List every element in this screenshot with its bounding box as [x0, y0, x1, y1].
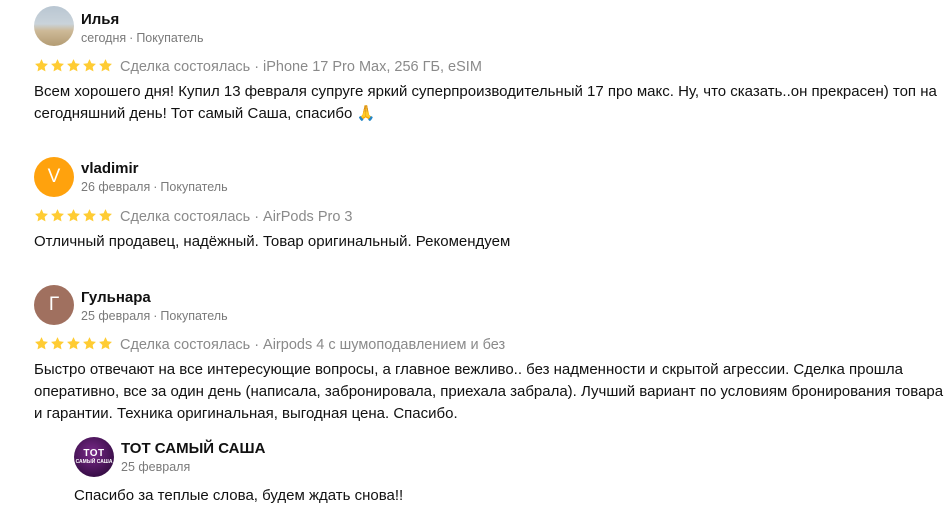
review-date: 26 февраля: [81, 180, 151, 194]
meta-separator: ·: [254, 337, 260, 353]
seller-logo[interactable]: ТОТ САМЫЙ САША: [74, 437, 114, 477]
star-icon: [34, 58, 49, 73]
seller-logo-text: ТОТ: [83, 448, 105, 459]
review-meta: сегодня · Покупатель: [81, 31, 203, 45]
reviewer-role: Покупатель: [136, 31, 204, 45]
review-meta: 26 февраля · Покупатель: [81, 180, 228, 194]
review-meta: 25 февраля · Покупатель: [81, 309, 228, 323]
avatar[interactable]: [34, 6, 74, 46]
reviewer-name[interactable]: vladimir: [81, 160, 139, 177]
avatar[interactable]: Г: [34, 285, 74, 325]
star-icon: [50, 336, 65, 351]
star-icon: [82, 58, 97, 73]
meta-separator: ·: [254, 209, 260, 225]
review-text: Отличный продавец, надёжный. Товар ориги…: [34, 233, 511, 250]
rating-line: Сделка состоялась · AirPods Pro 3: [34, 208, 353, 227]
meta-separator: ·: [153, 180, 158, 194]
star-icon: [98, 208, 113, 223]
star-icon: [66, 208, 81, 223]
star-icon: [50, 58, 65, 73]
star-rating: [34, 336, 114, 355]
star-icon: [50, 208, 65, 223]
reviewer-name[interactable]: Гульнара: [81, 289, 151, 306]
reviewer-role: Покупатель: [160, 180, 228, 194]
reply-text: Спасибо за теплые слова, будем ждать сно…: [74, 487, 404, 504]
rating-line: Сделка состоялась · iPhone 17 Pro Max, 256…: [34, 58, 482, 77]
star-icon: [66, 336, 81, 351]
star-icon: [82, 336, 97, 351]
deal-item: iPhone 17 Pro Max, 256 ГБ, eSIM: [263, 59, 482, 75]
deal-item: AirPods Pro 3: [263, 209, 353, 225]
star-icon: [98, 58, 113, 73]
review-text: Всем хорошего дня! Купил 13 февраля супр…: [34, 83, 937, 122]
star-icon: [82, 208, 97, 223]
star-icon: [34, 208, 49, 223]
meta-separator: ·: [153, 309, 158, 323]
review-text: Быстро отвечают на все интересующие вопр…: [34, 361, 944, 422]
seller-name[interactable]: ТОТ САМЫЙ САША: [121, 440, 265, 457]
review-date: 25 февраля: [81, 309, 151, 323]
star-icon: [98, 336, 113, 351]
star-rating: [34, 208, 114, 227]
deal-item: Airpods 4 с шумоподавлением и без: [263, 337, 506, 353]
meta-separator: ·: [254, 59, 260, 75]
deal-status: Сделка состоялась: [120, 59, 251, 75]
deal-status: Сделка состоялась: [120, 337, 251, 353]
star-icon: [66, 58, 81, 73]
deal-status: Сделка состоялась: [120, 209, 251, 225]
reply-date: 25 февраля: [121, 460, 191, 474]
seller-logo-subtext: САМЫЙ САША: [75, 459, 113, 465]
avatar[interactable]: V: [34, 157, 74, 197]
review-date: сегодня: [81, 31, 127, 45]
reviewer-role: Покупатель: [160, 309, 228, 323]
star-icon: [34, 336, 49, 351]
reviewer-name[interactable]: Илья: [81, 11, 119, 28]
rating-line: Сделка состоялась · Airpods 4 с шумоподавл…: [34, 336, 505, 355]
meta-separator: ·: [129, 31, 134, 45]
star-rating: [34, 58, 114, 77]
